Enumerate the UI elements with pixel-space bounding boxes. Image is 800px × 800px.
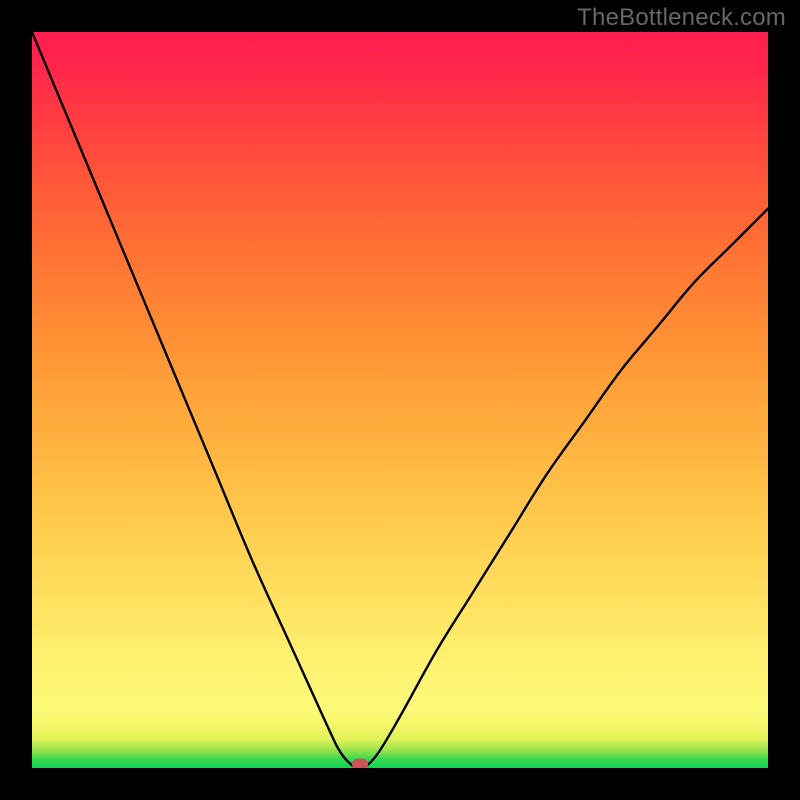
- minimum-marker: [352, 759, 368, 768]
- chart-frame: TheBottleneck.com: [0, 0, 800, 800]
- bottleneck-curve: [32, 32, 768, 768]
- plot-area: [32, 32, 768, 768]
- watermark-text: TheBottleneck.com: [577, 4, 786, 32]
